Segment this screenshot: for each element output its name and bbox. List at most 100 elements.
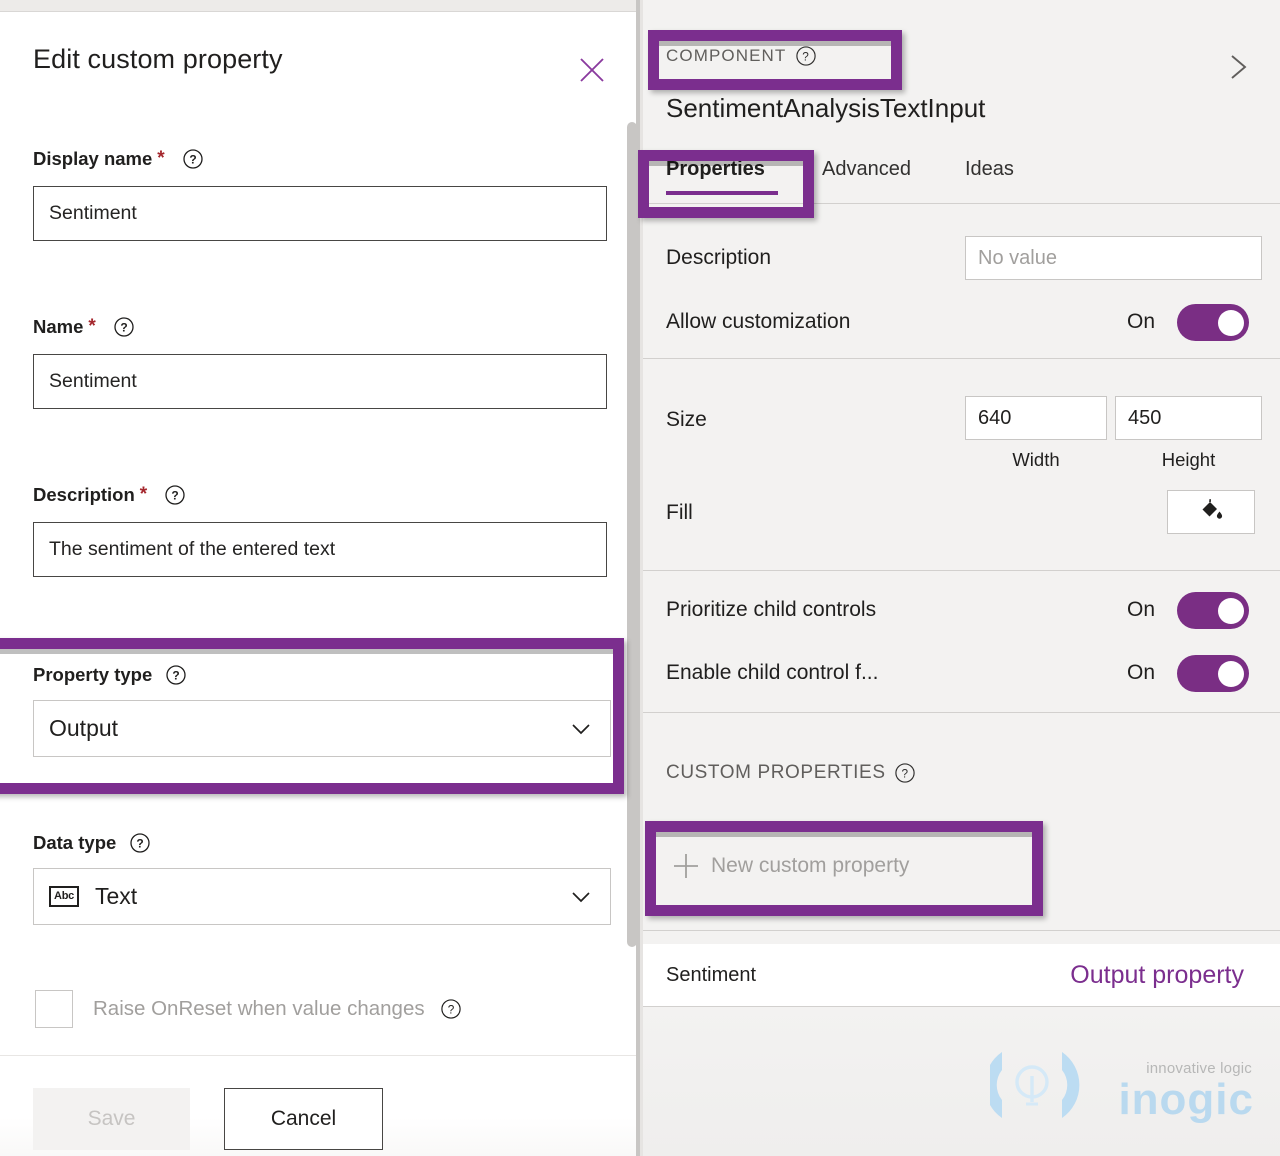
section-divider-2 bbox=[643, 570, 1280, 571]
help-circle-icon[interactable]: ? bbox=[165, 485, 185, 505]
close-icon[interactable] bbox=[574, 52, 610, 88]
size-height-label: Height bbox=[1161, 449, 1216, 470]
tabs-divider bbox=[643, 203, 1280, 204]
row-fill-label: Fill bbox=[666, 501, 693, 524]
description-value-text: No value bbox=[978, 246, 1057, 269]
row-description-label: Description bbox=[666, 246, 772, 269]
component-section-label: COMPONENT ? bbox=[666, 46, 817, 66]
svg-text:?: ? bbox=[901, 767, 908, 781]
plus-icon bbox=[671, 851, 701, 881]
cancel-button[interactable]: Cancel bbox=[224, 1088, 383, 1150]
name-value: Sentiment bbox=[49, 370, 137, 392]
enable-child-state: On bbox=[1127, 661, 1156, 684]
tab-properties[interactable]: Properties bbox=[666, 155, 778, 203]
section-divider bbox=[643, 358, 1280, 359]
field-label-text: Description bbox=[33, 484, 135, 505]
abc-text-type-icon: Abc bbox=[49, 886, 79, 907]
app-root: Edit custom property Display name * ? Se… bbox=[0, 0, 1280, 1156]
allow-customization-state: On bbox=[1127, 310, 1156, 333]
component-section-label-text: COMPONENT bbox=[666, 46, 787, 65]
chevron-down-icon bbox=[570, 718, 592, 740]
prioritize-child-controls-toggle[interactable] bbox=[1177, 592, 1249, 629]
component-name: SentimentAnalysisTextInput bbox=[666, 93, 986, 123]
svg-text:?: ? bbox=[137, 837, 144, 851]
help-circle-icon[interactable]: ? bbox=[166, 665, 186, 685]
help-circle-icon[interactable]: ? bbox=[130, 833, 150, 853]
name-input[interactable]: Sentiment bbox=[33, 354, 607, 409]
tab-advanced-label: Advanced bbox=[822, 158, 911, 180]
custom-property-item-sentiment[interactable]: Sentiment Output property bbox=[643, 944, 1280, 1006]
display-name-input[interactable]: Sentiment bbox=[33, 186, 607, 241]
new-custom-property-button[interactable]: New custom property bbox=[643, 830, 1280, 902]
help-circle-icon[interactable]: ? bbox=[114, 317, 134, 337]
help-circle-icon[interactable]: ? bbox=[183, 149, 203, 169]
tab-ideas[interactable]: Ideas bbox=[965, 155, 1014, 203]
required-marker: * bbox=[139, 484, 148, 505]
raise-onreset-label: Raise OnReset when value changes bbox=[93, 997, 425, 1020]
tab-ideas-label: Ideas bbox=[965, 158, 1014, 180]
row-allow-customization: Allow customization On bbox=[643, 290, 1280, 354]
property-type-dropdown[interactable]: Output bbox=[33, 700, 611, 757]
enable-child-control-toggle[interactable] bbox=[1177, 655, 1249, 692]
row-description: Description No value bbox=[643, 226, 1280, 290]
field-label-text: Name bbox=[33, 316, 84, 337]
section-divider-3 bbox=[643, 712, 1280, 713]
size-width-input[interactable]: 640 bbox=[965, 396, 1107, 440]
chevron-right-icon[interactable] bbox=[1220, 50, 1254, 84]
custom-properties-header-text: CUSTOM PROPERTIES bbox=[666, 762, 886, 783]
tab-active-underline bbox=[666, 191, 778, 195]
toggle-knob bbox=[1218, 309, 1244, 336]
svg-text:?: ? bbox=[172, 489, 179, 503]
description-input[interactable]: The sentiment of the entered text bbox=[33, 522, 607, 577]
field-label: Data type ? bbox=[33, 832, 607, 854]
field-property-type: Property type ? Output bbox=[33, 664, 611, 757]
display-name-value: Sentiment bbox=[49, 202, 137, 224]
description-value-input[interactable]: No value bbox=[965, 236, 1262, 280]
data-type-dropdown[interactable]: Abc Text bbox=[33, 868, 611, 925]
required-marker: * bbox=[157, 148, 165, 169]
row-allow-customization-label: Allow customization bbox=[666, 310, 851, 333]
size-height-value: 450 bbox=[1128, 406, 1162, 429]
data-type-value: Text bbox=[95, 883, 138, 909]
property-type-value: Output bbox=[49, 715, 119, 741]
row-size: Size 640 450 bbox=[643, 390, 1280, 446]
toggle-knob bbox=[1218, 660, 1244, 687]
row-prioritize-child-controls: Prioritize child controls On bbox=[643, 578, 1280, 642]
field-data-type: Data type ? Abc Text bbox=[33, 832, 611, 925]
description-value: The sentiment of the entered text bbox=[49, 538, 336, 560]
paint-bucket-icon bbox=[1198, 497, 1224, 528]
raise-onreset-checkbox[interactable] bbox=[35, 990, 73, 1028]
allow-customization-toggle[interactable] bbox=[1177, 304, 1249, 341]
field-display-name: Display name * ? Sentiment bbox=[33, 148, 607, 241]
row-enable-child-control: Enable child control f... On bbox=[643, 641, 1280, 705]
chevron-down-icon bbox=[570, 886, 592, 908]
row-enable-child-label: Enable child control f... bbox=[666, 661, 879, 684]
svg-text:?: ? bbox=[189, 153, 196, 167]
field-name: Name * ? Sentiment bbox=[33, 316, 607, 409]
size-width-value: 640 bbox=[978, 406, 1012, 429]
new-custom-property-label: New custom property bbox=[711, 854, 910, 877]
help-circle-icon[interactable]: ? bbox=[796, 46, 817, 66]
svg-text:?: ? bbox=[447, 1003, 454, 1017]
save-button[interactable]: Save bbox=[33, 1088, 190, 1150]
custom-property-kind: Output property bbox=[1070, 960, 1244, 989]
tab-advanced[interactable]: Advanced bbox=[822, 155, 911, 203]
svg-text:?: ? bbox=[173, 669, 180, 683]
custom-properties-header: CUSTOM PROPERTIES ? bbox=[666, 762, 915, 784]
panel-title: Edit custom property bbox=[33, 44, 283, 74]
help-circle-icon[interactable]: ? bbox=[894, 763, 915, 783]
row-fill: Fill bbox=[643, 485, 1280, 541]
row-size-label: Size bbox=[666, 408, 707, 431]
field-label-text: Property type bbox=[33, 664, 153, 685]
svg-text:?: ? bbox=[120, 321, 127, 335]
field-label: Name * ? bbox=[33, 316, 607, 338]
size-height-input[interactable]: 450 bbox=[1115, 396, 1262, 440]
size-width-label: Width bbox=[1012, 449, 1060, 470]
field-label: Property type ? bbox=[33, 664, 607, 686]
prioritize-state: On bbox=[1127, 598, 1156, 621]
help-circle-icon[interactable]: ? bbox=[440, 999, 461, 1019]
component-properties-panel: COMPONENT ? SentimentAnalysisTextInput P… bbox=[643, 0, 1280, 1156]
fill-color-swatch[interactable] bbox=[1167, 490, 1255, 534]
field-label-text: Display name bbox=[33, 148, 153, 169]
svg-text:?: ? bbox=[803, 50, 811, 64]
